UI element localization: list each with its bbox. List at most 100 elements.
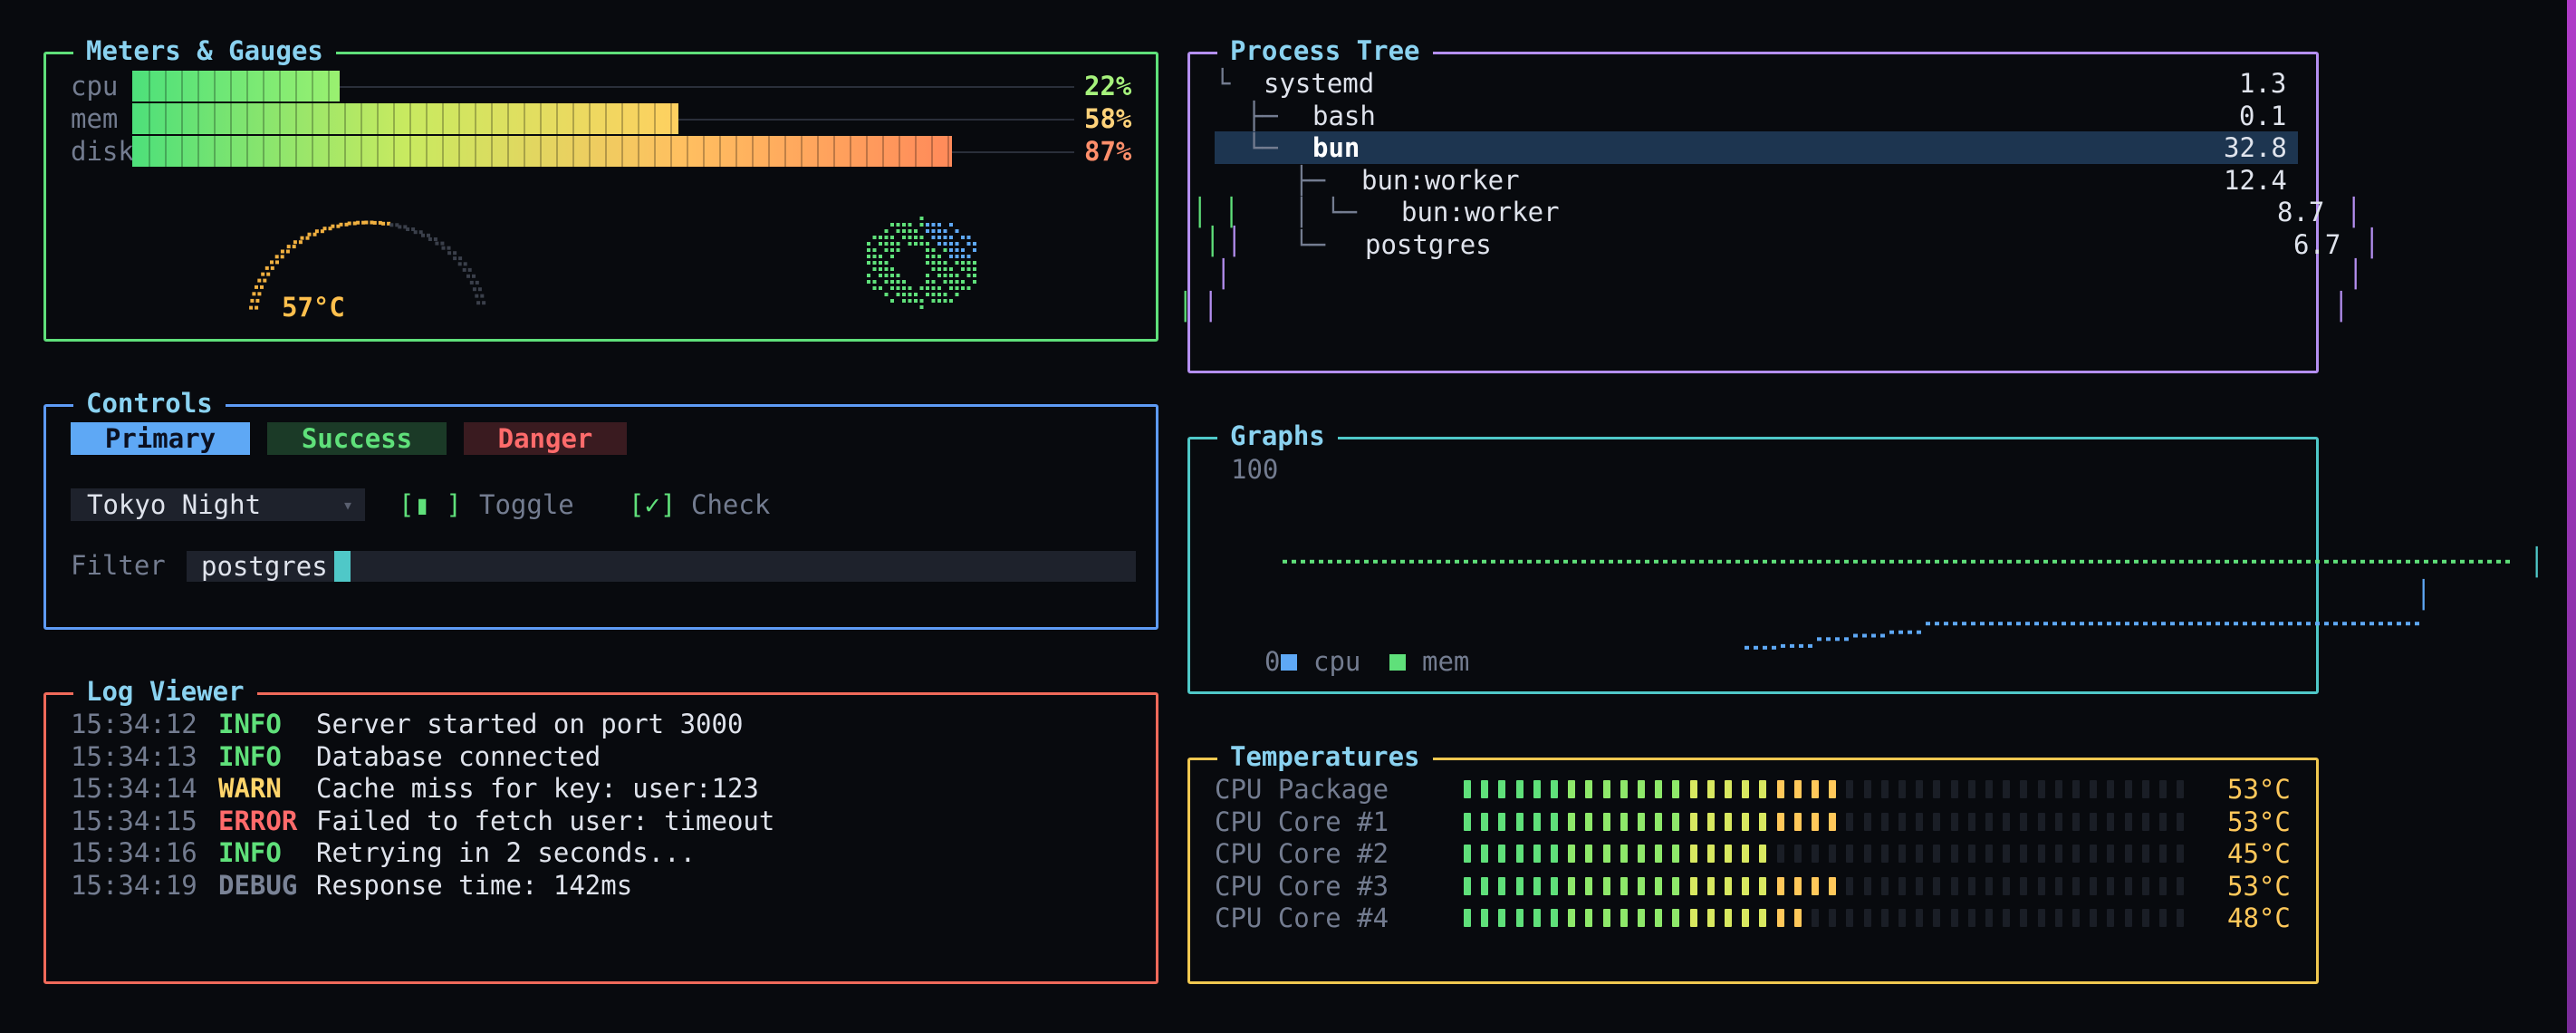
toggle-switch[interactable]: [▮ ] [399, 488, 462, 521]
meter-segment [246, 103, 248, 134]
gauge-dot [389, 223, 394, 227]
braille-dot [890, 280, 894, 284]
temp-bar-cell [1706, 780, 1715, 798]
meter-segment [556, 136, 558, 167]
temp-bar-cell [1568, 780, 1576, 798]
braille-dot [973, 267, 976, 271]
braille-dot [949, 286, 953, 290]
braille-dot [884, 261, 889, 265]
temp-bar-cell [1898, 909, 1906, 927]
meter-segment [703, 136, 705, 167]
graph-point-cpu [2152, 622, 2157, 626]
braille-dot [949, 236, 953, 239]
check-checkbox[interactable]: [✓] [629, 488, 676, 521]
primary-button[interactable]: Primary [71, 422, 250, 455]
temp-label: CPU Core #4 [1215, 903, 1389, 933]
gauge-dot [275, 260, 279, 265]
gauge-dot [370, 220, 374, 225]
braille-dot [867, 255, 870, 258]
meter-segment [475, 103, 476, 134]
danger-button[interactable]: Danger [464, 422, 627, 455]
gauge-dot [339, 222, 343, 227]
graph-point-mem [1581, 559, 1586, 564]
temp-bar-cell [2003, 909, 2011, 927]
gauge-dot [331, 224, 335, 228]
meter-segment [654, 103, 656, 134]
filter-label: Filter [71, 550, 166, 581]
graph-point-cpu [1926, 622, 1930, 626]
graph-point-mem [1835, 559, 1840, 564]
temp-bar-cell [2124, 909, 2132, 927]
log-timestamp: 15:34:19 [71, 869, 197, 901]
temp-bar-cell [1985, 780, 1993, 798]
meter-segment [621, 103, 623, 134]
meter-segment [197, 71, 199, 101]
meter-segment [214, 136, 216, 167]
gauge-dot [475, 280, 479, 285]
meter-segment [572, 103, 574, 134]
meter-segment [409, 103, 411, 134]
theme-select[interactable]: Tokyo Night ▾ [71, 488, 365, 521]
temp-bar-cell [1967, 812, 1975, 831]
braille-dot [896, 286, 900, 290]
graph-point-mem [2433, 559, 2437, 564]
meter-segment [393, 103, 395, 134]
braille-dot [961, 255, 965, 258]
meter-segment [344, 136, 346, 167]
braille-dot [949, 248, 953, 252]
meter-segment [279, 103, 281, 134]
temp-bar-cell [1829, 812, 1837, 831]
tree-branch: └─ [1215, 132, 1294, 163]
meter-segment [687, 136, 688, 167]
theme-select-value: Tokyo Night [87, 489, 262, 520]
gauge-dot [482, 301, 486, 305]
graph-point-mem [2007, 559, 2012, 564]
graph-point-mem [2043, 559, 2048, 564]
graph-point-mem [1382, 559, 1387, 564]
filter-input[interactable]: postgres [187, 551, 1136, 582]
graph-point-cpu [2188, 622, 2193, 626]
temp-bar-cell [1568, 909, 1576, 927]
temp-bar-cell [1706, 876, 1715, 895]
temp-value: 48°C [2227, 903, 2291, 933]
temp-bar-cell [1706, 845, 1715, 863]
process-row[interactable]: ├─ bash 0.1 [1215, 100, 2383, 132]
braille-dot [955, 255, 959, 258]
graphs-panel-title: Graphs [1217, 420, 1338, 452]
graph-point-cpu [1835, 637, 1840, 642]
process-row[interactable]: └─ bun 32.8 [1215, 131, 2298, 164]
process-row[interactable]: └─ postgres 6.7 [1215, 228, 2383, 261]
braille-dot [937, 223, 941, 227]
graph-point-mem [1591, 559, 1595, 564]
gauge-dot [305, 236, 310, 240]
temp-bar-cell [1950, 909, 1958, 927]
graph-point-mem [2288, 559, 2292, 564]
braille-dot [867, 274, 870, 277]
braille-dot [926, 280, 929, 284]
graph-point-mem [1418, 559, 1423, 564]
braille-dot [890, 255, 894, 258]
braille-dot [890, 236, 894, 239]
render-artifact: │ [1226, 226, 1243, 256]
graph-point-mem [2369, 559, 2374, 564]
process-row[interactable]: ├─ bun:worker 12.4 [1215, 164, 2383, 197]
braille-dot [902, 286, 906, 290]
braille-dot [890, 223, 894, 227]
temps-panel: Temperatures CPU Package 53°C CPU Core #1 5… [1187, 740, 2319, 984]
process-cpu: 1.3 [2239, 68, 2287, 99]
process-row[interactable]: └ systemd 1.3 [1215, 67, 2383, 100]
temp-bar-cell [2020, 780, 2028, 798]
graph-point-mem [1708, 559, 1713, 564]
temp-bar-cell [1759, 876, 1767, 895]
graph-point-cpu [2397, 622, 2401, 626]
braille-dot [961, 267, 965, 271]
temp-bar-cell [1464, 812, 1471, 831]
success-button[interactable]: Success [267, 422, 447, 455]
temp-bar-cell [1568, 876, 1576, 895]
braille-dot [943, 229, 947, 233]
graph-point-mem [1880, 559, 1885, 564]
temp-bar-cell [1464, 876, 1471, 895]
temp-bar-cell [1672, 909, 1680, 927]
temp-bar-cell [1742, 780, 1750, 798]
process-row[interactable]: │ └─ bun:worker 8.7 [1215, 196, 2383, 228]
